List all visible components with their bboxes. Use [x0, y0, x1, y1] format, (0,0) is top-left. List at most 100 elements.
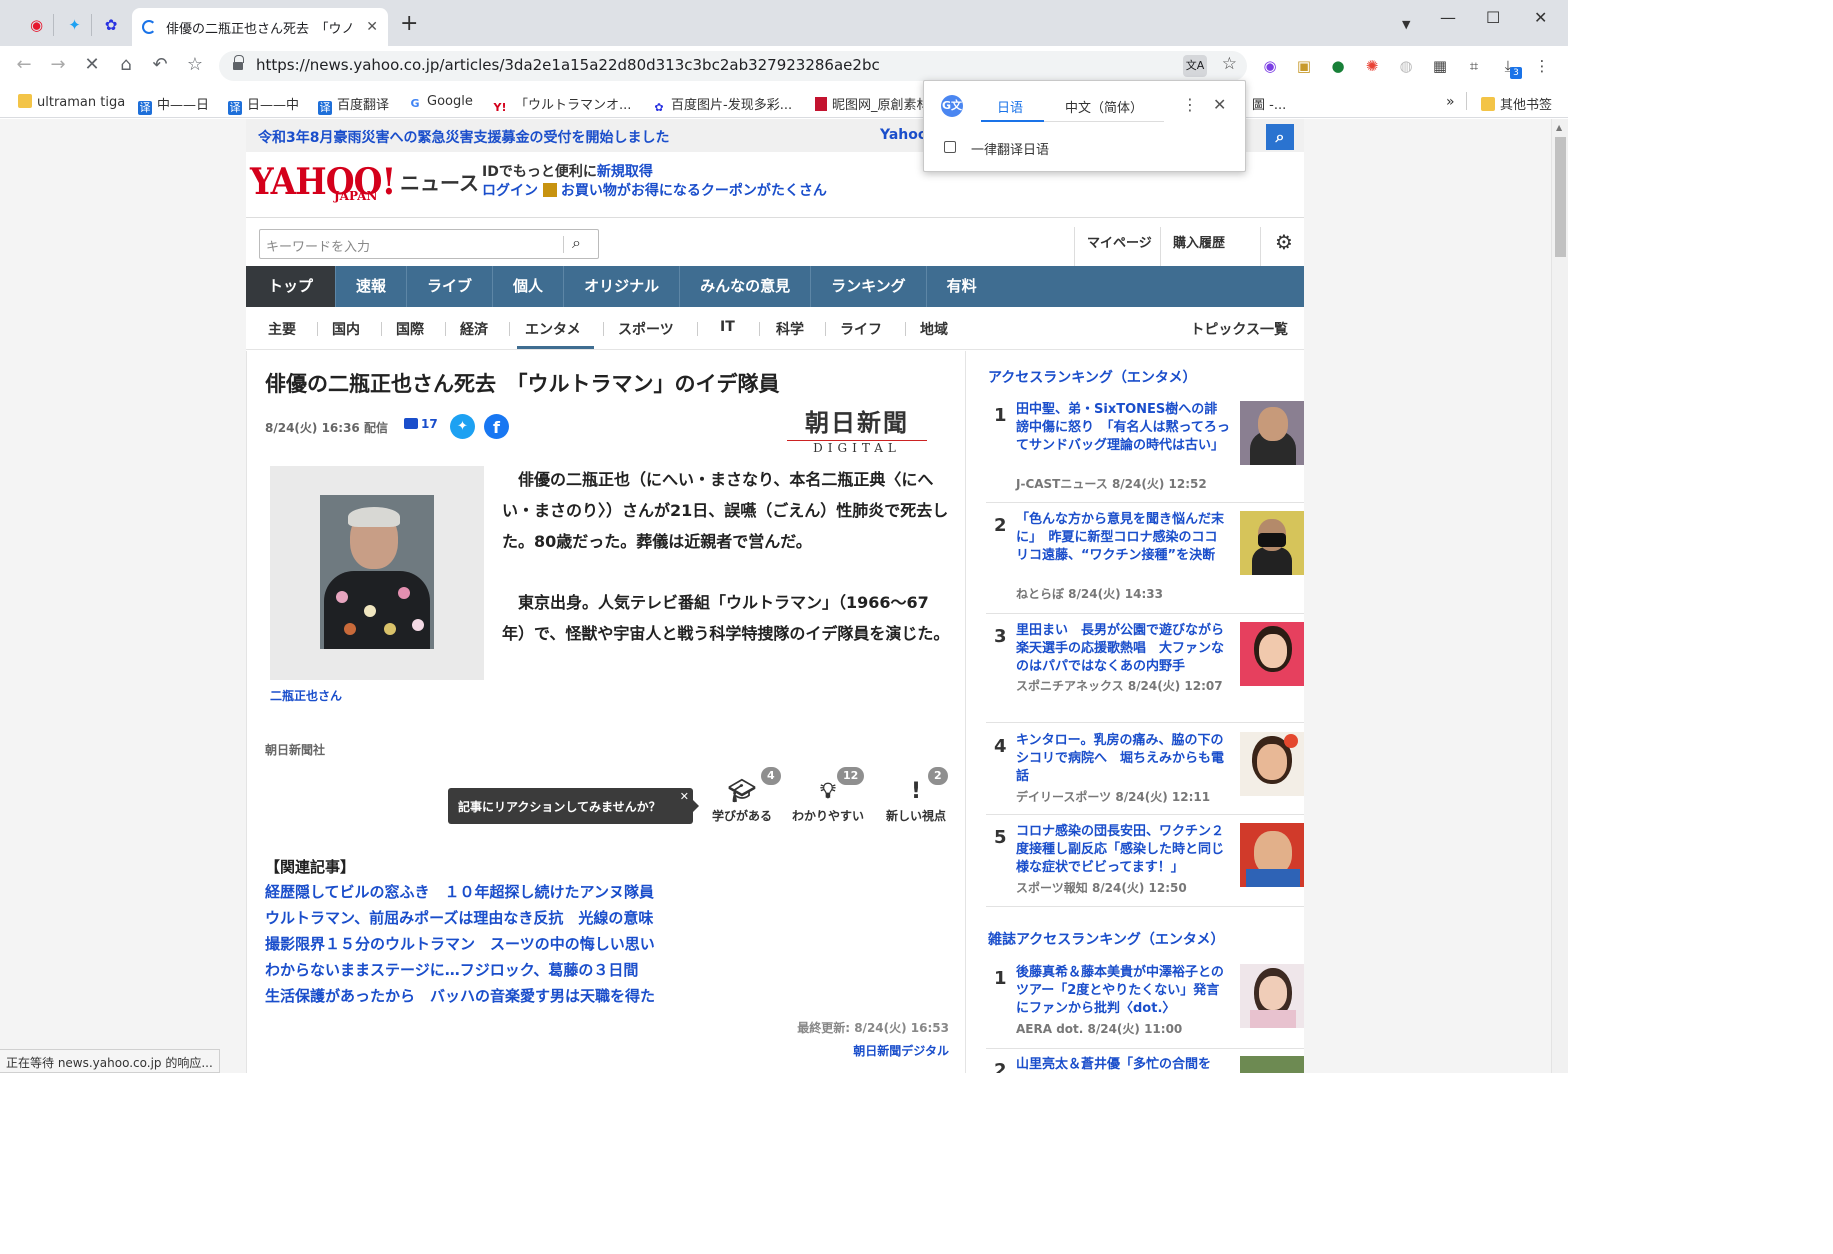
magazine-ranking-item[interactable]: 1 後藤真希＆藤本美貴が中澤裕子とのツアー「2度とやりたくない」発言にファンから… — [986, 964, 1304, 1049]
tooltip-close-icon[interactable]: ✕ — [680, 790, 689, 803]
bookmark-item[interactable]: ✿ 百度图片-发现多彩... — [652, 94, 792, 115]
category-main[interactable]: 主要 — [268, 319, 296, 339]
category-economy[interactable]: 経済 — [460, 319, 488, 339]
page-scrollbar[interactable]: ▲ — [1551, 119, 1568, 1073]
ranking-thumbnail[interactable] — [1240, 823, 1304, 887]
facebook-share-icon[interactable]: f — [484, 414, 509, 439]
back-icon[interactable]: ← — [12, 54, 36, 75]
target-language-tab[interactable]: 中文（简体） — [1065, 97, 1143, 116]
category-entertainment[interactable]: エンタメ — [525, 319, 581, 339]
mypage-link[interactable]: マイページ — [1074, 227, 1164, 267]
ranking-thumbnail[interactable] — [1240, 511, 1304, 575]
ranking-item[interactable]: 4 キンタロー。乳房の痛み、脇の下のシコリで病院へ 堀ちえみからも電話 デイリー… — [986, 732, 1304, 815]
gnav-original[interactable]: オリジナル — [564, 266, 681, 307]
maximize-button[interactable]: ☐ — [1486, 8, 1500, 27]
magazine-ranking-item[interactable]: 2 山里亮太＆蒼井優「多忙の合間を — [986, 1056, 1304, 1073]
source-name-link[interactable]: 朝日新聞デジタル — [853, 1042, 949, 1059]
settings-gear-icon[interactable]: ⚙ — [1260, 227, 1304, 267]
related-link[interactable]: 生活保護があったから バッハの音楽愛す男は天職を得た — [265, 983, 655, 1009]
category-sports[interactable]: スポーツ — [618, 319, 674, 339]
new-tab-button[interactable]: + — [400, 13, 418, 35]
topics-list-link[interactable]: トピックス一覧 — [1190, 319, 1288, 339]
category-domestic[interactable]: 国内 — [332, 319, 360, 339]
ranking-thumbnail[interactable] — [1240, 401, 1304, 465]
url-text[interactable]: https://news.yahoo.co.jp/articles/3da2e1… — [256, 56, 880, 74]
banner-yahoo-link[interactable]: Yahoo — [880, 127, 928, 143]
ranking-title[interactable]: 田中聖、弟・SixTONES樹への誹謗中傷に怒り 「有名人は黙ってろってサンドバ… — [1016, 401, 1230, 455]
crop-icon[interactable]: ⌗ — [1464, 57, 1484, 75]
bookmark-item[interactable]: 昵图网_原創素材 — [815, 94, 930, 113]
gnav-paid[interactable]: 有料 — [927, 266, 997, 307]
extension-circle-icon[interactable]: ◉ — [1260, 57, 1280, 75]
always-translate-label[interactable]: 一律翻译日语 — [971, 139, 1049, 158]
close-icon[interactable]: ✕ — [1213, 95, 1226, 114]
search-button[interactable]: ⌕ — [1266, 124, 1294, 150]
always-translate-checkbox[interactable] — [944, 141, 956, 153]
weibo-icon[interactable]: ◉ — [20, 14, 54, 36]
gnav-individual[interactable]: 個人 — [493, 266, 565, 307]
bookmark-item[interactable]: 译百度翻译 — [318, 94, 389, 115]
login-link[interactable]: ログイン — [482, 183, 538, 199]
bookmark-item[interactable]: ultraman tiga — [18, 94, 125, 110]
bookmark-item[interactable]: 圖 -... — [1252, 94, 1286, 113]
search-icon[interactable]: ⌕ — [572, 233, 581, 253]
ranking-heading[interactable]: アクセスランキング（エンタメ） — [988, 367, 1196, 387]
article-photo[interactable] — [320, 495, 434, 649]
coupon-link[interactable]: お買い物がお得になるクーポンがたくさん — [561, 183, 827, 199]
download-extension-icon[interactable]: ● — [1328, 57, 1348, 75]
gnav-flash[interactable]: 速報 — [336, 266, 408, 307]
shield-extension-icon[interactable]: ◍ — [1396, 57, 1416, 75]
ranking-thumbnail[interactable] — [1240, 622, 1304, 686]
address-bar[interactable]: https://news.yahoo.co.jp/articles/3da2e1… — [219, 51, 1247, 81]
tab-active[interactable]: 俳優の二瓶正也さん死去 「ウノ ✕ — [132, 8, 388, 46]
apps-grid-icon[interactable]: ▦ — [1430, 57, 1450, 75]
ranking-item[interactable]: 5 コロナ感染の団長安田、ワクチン２度接種し副反応「感染した時と同じ様な症状でビ… — [986, 823, 1304, 907]
reaction-learn-button[interactable]: 4 🎓︎ 学びがある — [701, 767, 783, 824]
bookmark-item[interactable]: 译中——日 — [138, 94, 209, 115]
category-international[interactable]: 国際 — [396, 319, 424, 339]
gnav-opinions[interactable]: みんなの意見 — [680, 266, 812, 307]
bookmarks-overflow-chevron[interactable]: » — [1446, 94, 1455, 110]
category-life[interactable]: ライフ — [840, 319, 882, 339]
translate-icon[interactable]: 文A — [1183, 55, 1207, 77]
ranking-item[interactable]: 2 「色んな方から意見を聞き悩んだ末に」 昨夏に新型コロナ感染のココリコ遠藤、“… — [986, 511, 1304, 614]
related-link[interactable]: 撮影限界１５分のウルトラマン スーツの中の悔しい思い — [265, 931, 655, 957]
category-it[interactable]: IT — [720, 319, 735, 335]
scrollbar-thumb[interactable] — [1555, 137, 1566, 257]
scroll-up-icon[interactable]: ▲ — [1556, 123, 1562, 132]
reaction-clear-button[interactable]: 12 💡︎ わかりやすい — [787, 767, 869, 824]
bookmark-item[interactable]: 译日——中 — [228, 94, 299, 115]
category-science[interactable]: 科学 — [776, 319, 804, 339]
ranking-title[interactable]: 後藤真希＆藤本美貴が中澤裕子とのツアー「2度とやりたくない」発言にファンから批判… — [1016, 964, 1230, 1018]
ranking-item[interactable]: 1 田中聖、弟・SixTONES樹への誹謗中傷に怒り 「有名人は黙ってろってサン… — [986, 401, 1304, 503]
ranking-title[interactable]: 「色んな方から意見を聞き悩んだ末に」 昨夏に新型コロナ感染のココリコ遠藤、“ワク… — [1016, 511, 1230, 565]
related-link[interactable]: ウルトラマン、前屈みポーズは理由なき反抗 光線の意味 — [265, 905, 655, 931]
source-language-tab[interactable]: 日语 — [997, 97, 1023, 116]
gnav-top[interactable]: トップ — [246, 266, 337, 307]
tab-search-icon[interactable]: ▼ — [1402, 18, 1410, 31]
twitter-share-icon[interactable]: ✦ — [450, 414, 475, 439]
ranking-title[interactable]: キンタロー。乳房の痛み、脇の下のシコリで病院へ 堀ちえみからも電話 — [1016, 732, 1230, 786]
undo-icon[interactable]: ↶ — [148, 54, 172, 75]
bookmark-star-icon[interactable]: ☆ — [183, 54, 207, 75]
close-window-button[interactable]: ✕ — [1534, 8, 1547, 27]
ranking-thumbnail[interactable] — [1240, 732, 1304, 796]
disaster-donation-link[interactable]: 令和3年8月豪雨災害への緊急災害支援募金の受付を開始しました — [258, 127, 669, 147]
register-link[interactable]: 新規取得 — [597, 164, 653, 180]
ranking-title[interactable]: コロナ感染の団長安田、ワクチン２度接種し副反応「感染した時と同じ様な症状でビビっ… — [1016, 823, 1230, 877]
article-photo-frame[interactable] — [270, 466, 484, 680]
ranking-title[interactable]: 里田まい 長男が公園で遊びながら楽天選手の応援歌熱唱 大ファンなのはパパではなく… — [1016, 622, 1230, 676]
logo-news-text[interactable]: ニュース — [400, 167, 479, 196]
more-options-icon[interactable]: ⋮ — [1182, 95, 1198, 114]
ranking-thumbnail[interactable] — [1240, 1056, 1304, 1073]
stop-icon[interactable]: ✕ — [80, 54, 104, 75]
photo-caption[interactable]: 二瓶正也さん — [270, 687, 342, 704]
home-icon[interactable]: ⌂ — [114, 54, 138, 75]
forward-icon[interactable]: → — [46, 54, 70, 75]
publisher-logo[interactable]: 朝日新聞 DIGITAL — [787, 403, 927, 455]
downloads-icon[interactable]: ⤓ 3 — [1498, 57, 1522, 79]
related-link[interactable]: わからないままステージに…フジロック、葛藤の３日間 — [265, 957, 655, 983]
star-icon[interactable]: ☆ — [1222, 54, 1237, 74]
other-bookmarks[interactable]: 其他书签 — [1481, 94, 1552, 113]
category-region[interactable]: 地域 — [920, 319, 948, 339]
